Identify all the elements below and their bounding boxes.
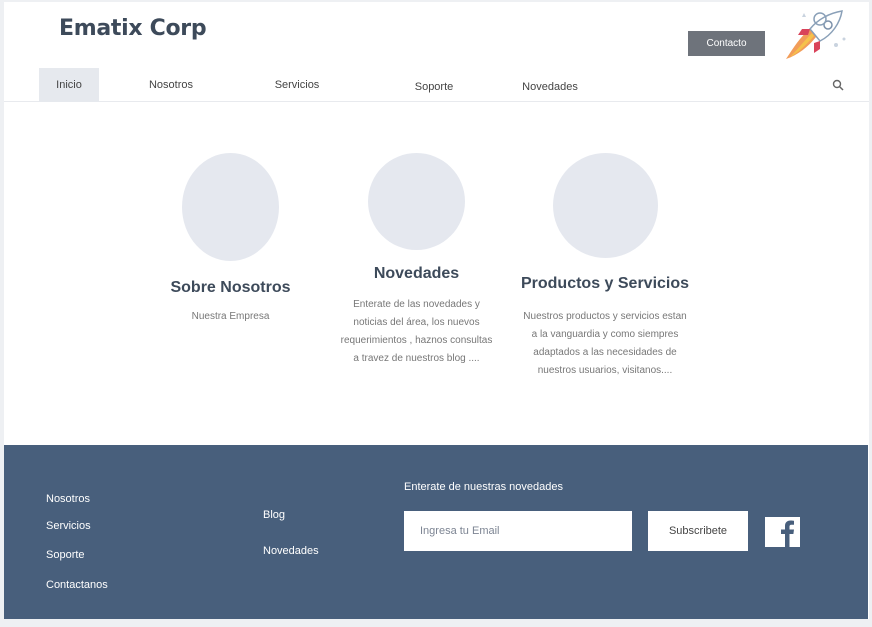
feature-desc-sobre-nosotros: Nuestra Empresa [191,311,270,322]
page: Ematix Corp Contacto Inicio Nosotros Ser… [4,2,869,619]
facebook-icon[interactable] [765,517,800,547]
feature-image-sobre-nosotros [182,153,279,261]
subscribe-button[interactable]: Subscribete [648,511,748,551]
contact-button[interactable]: Contacto [688,31,765,56]
brand-title[interactable]: Ematix Corp [59,16,207,41]
nav-item-novedades[interactable]: Novedades [514,70,586,104]
feature-title-productos[interactable]: Productos y Servicios [519,275,691,293]
rocket-icon[interactable] [780,7,852,65]
footer-link-blog[interactable]: Blog [263,509,285,521]
search-icon[interactable] [832,79,844,91]
feature-desc-productos: Nuestros productos y servicios estan a l… [523,311,687,376]
nav-item-nosotros[interactable]: Nosotros [141,68,201,102]
feature-image-productos [553,153,658,258]
newsletter-title: Enterate de nuestras novedades [404,481,564,493]
footer-link-servicios[interactable]: Servicios [46,520,91,532]
feature-title-novedades[interactable]: Novedades [340,265,493,283]
nav-item-inicio[interactable]: Inicio [39,68,99,102]
footer-link-soporte[interactable]: Soporte [46,549,85,561]
main-nav: Inicio Nosotros Servicios Soporte Noveda… [4,68,869,102]
email-input[interactable] [404,511,632,551]
footer-link-novedades[interactable]: Novedades [263,545,319,557]
footer-link-nosotros[interactable]: Nosotros [46,493,90,505]
feature-image-novedades [368,153,465,250]
feature-title-sobre-nosotros[interactable]: Sobre Nosotros [154,279,307,297]
feature-desc-novedades: Enterate de las novedades y noticias del… [340,299,493,364]
footer: Nosotros Servicios Soporte Contactanos B… [4,445,868,619]
footer-link-contactanos[interactable]: Contactanos [46,579,108,591]
nav-item-servicios[interactable]: Servicios [266,68,328,102]
nav-item-soporte[interactable]: Soporte [406,70,462,104]
